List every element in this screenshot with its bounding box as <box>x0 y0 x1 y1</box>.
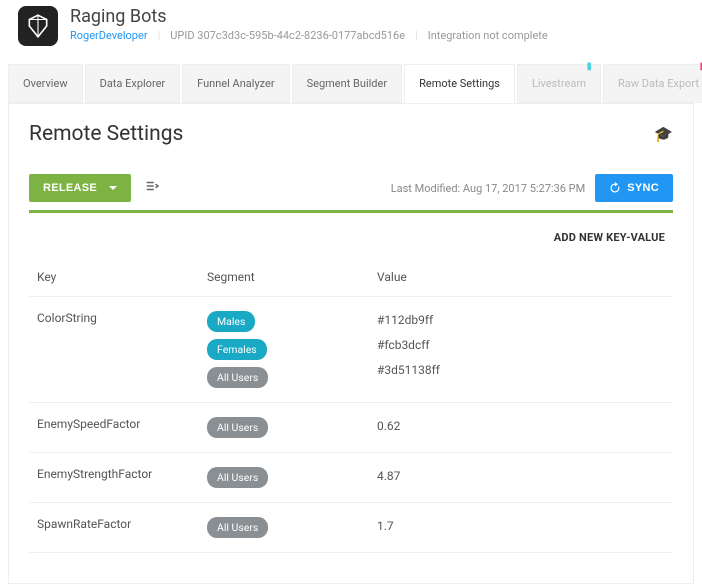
tab-data-explorer[interactable]: Data Explorer <box>85 64 181 103</box>
tab-raw-data-export[interactable]: ▮ Raw Data Export <box>603 64 702 103</box>
page-title: Remote Settings <box>29 122 183 146</box>
tab-funnel-analyzer[interactable]: Funnel Analyzer <box>182 64 289 103</box>
segment-tag[interactable]: All Users <box>207 417 268 438</box>
column-header-key: Key <box>37 270 207 284</box>
segment-tag[interactable]: All Users <box>207 367 268 388</box>
tab-livestream[interactable]: ▮ Livestream <box>517 64 601 103</box>
segment-tag[interactable]: Females <box>207 339 267 360</box>
page-content: Remote Settings 🎓 RELEASE Last Modified:… <box>8 103 694 584</box>
table-row[interactable]: EnemyStrengthFactorAll Users 4.87 <box>29 453 673 503</box>
tab-overview[interactable]: Overview <box>8 64 83 103</box>
app-title: Raging Bots <box>70 6 548 27</box>
table-row[interactable]: EnemySpeedFactorAll Users 0.62 <box>29 403 673 453</box>
setting-value: #3d51138ff <box>377 363 665 377</box>
setting-value: #fcb3dcff <box>377 338 665 352</box>
segment-cell: Males Females All Users <box>207 311 377 388</box>
segment-tag[interactable]: Males <box>207 311 255 332</box>
upid-text: UPID 307c3d3c-595b-44c2-8236-0177abcd516… <box>170 29 405 42</box>
setting-key: EnemyStrengthFactor <box>37 467 207 481</box>
value-cell: 0.62 <box>377 417 665 433</box>
value-cell: 1.7 <box>377 517 665 533</box>
tab-segment-builder[interactable]: Segment Builder <box>292 64 402 103</box>
segment-cell: All Users <box>207 417 377 438</box>
graduation-cap-icon[interactable]: 🎓 <box>654 125 673 143</box>
release-button[interactable]: RELEASE <box>29 174 131 202</box>
settings-table: ADD NEW KEY-VALUE Key Segment Value Colo… <box>29 210 673 553</box>
tab-remote-settings[interactable]: Remote Settings <box>404 64 515 103</box>
value-cell: #112db9ff #fcb3dcff #3d51138ff <box>377 311 665 377</box>
add-new-key-value-button[interactable]: ADD NEW KEY-VALUE <box>29 213 673 258</box>
column-header-segment: Segment <box>207 270 377 284</box>
value-cell: 4.87 <box>377 467 665 483</box>
setting-value: 0.62 <box>377 419 665 433</box>
setting-key: SpawnRateFactor <box>37 517 207 531</box>
table-row[interactable]: SpawnRateFactorAll Users 1.7 <box>29 503 673 553</box>
integration-status: Integration not complete <box>428 29 548 42</box>
last-modified-text: Last Modified: Aug 17, 2017 5:27:36 PM <box>391 182 586 195</box>
bookmark-icon: ▮ <box>586 61 592 72</box>
segment-cell: All Users <box>207 517 377 538</box>
setting-key: EnemySpeedFactor <box>37 417 207 431</box>
developer-link[interactable]: RogerDeveloper <box>70 29 148 42</box>
setting-value: 1.7 <box>377 519 665 533</box>
sync-icon <box>609 182 621 194</box>
nav-tabs: Overview Data Explorer Funnel Analyzer S… <box>8 64 694 103</box>
setting-value: #112db9ff <box>377 313 665 327</box>
segment-cell: All Users <box>207 467 377 488</box>
sync-button[interactable]: SYNC <box>595 174 673 202</box>
app-logo-icon <box>18 6 58 46</box>
column-header-value: Value <box>377 270 665 284</box>
list-settings-icon[interactable] <box>145 179 159 197</box>
setting-key: ColorString <box>37 311 207 325</box>
segment-tag[interactable]: All Users <box>207 517 268 538</box>
table-row[interactable]: ColorStringMales Females All Users #112db9f… <box>29 297 673 403</box>
app-header: Raging Bots RogerDeveloper | UPID 307c3d… <box>0 0 702 46</box>
segment-tag[interactable]: All Users <box>207 467 268 488</box>
setting-value: 4.87 <box>377 469 665 483</box>
